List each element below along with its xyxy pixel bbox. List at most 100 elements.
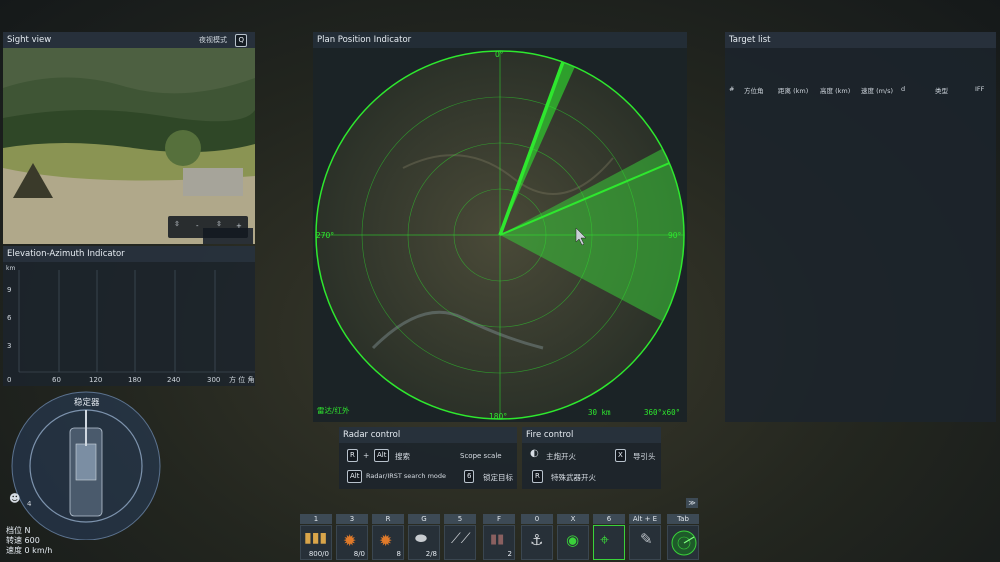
speed-label: 速度 <box>6 546 22 555</box>
explosion-icon: ✹ <box>343 531 357 550</box>
vehicle-status: 档位 N 转速 600 速度 0 km/h <box>6 526 52 556</box>
fire-control-title: Fire control <box>526 430 574 440</box>
stabilizer-title: 稳定器 <box>74 398 100 408</box>
crew-icon: ☻ <box>9 492 21 505</box>
seeker-signal-icon: ◉ <box>566 531 580 549</box>
hotbar-count: 800/0 <box>308 550 329 558</box>
missile-icon: ⟋⟋ <box>451 531 471 547</box>
sight-view-header: Sight view 夜视模式 Q <box>3 32 255 48</box>
zoom-out-icon[interactable]: ⇳ <box>174 220 180 228</box>
zoom-plus[interactable]: + <box>236 222 242 230</box>
hotbar-key: Alt + E <box>629 514 661 524</box>
speed-value: 0 km/h <box>24 546 53 555</box>
ppi-bearing-270: 270° <box>316 231 335 240</box>
elevation-azimuth-panel: Elevation-Azimuth Indicator km 9 6 3 0 6… <box>3 246 255 386</box>
expand-icon[interactable]: ≫ <box>686 498 698 508</box>
ea-x-tick-120: 120 <box>89 376 103 384</box>
sight-view-title: Sight view <box>7 35 52 45</box>
speed-row: 速度 0 km/h <box>6 546 52 556</box>
ea-x-tick-180: 180 <box>128 376 142 384</box>
ea-x-label: 方 位 角 <box>229 376 255 384</box>
night-mode-key[interactable]: Q <box>235 34 247 47</box>
gear-label: 档位 <box>6 526 22 535</box>
fire-control-panel: Fire control ◐ 主炮开火 X 导引头 R 特殊武器开火 <box>522 427 661 489</box>
winch-hook-icon: ⚓ <box>530 531 544 549</box>
ea-y-tick-9: 9 <box>7 286 12 294</box>
radar-search-label: 搜索 <box>395 452 410 461</box>
ppi-bearing-0: 0° <box>495 50 504 59</box>
elevation-azimuth-title: Elevation-Azimuth Indicator <box>7 249 125 259</box>
hotbar-key: 1 <box>300 514 332 524</box>
zoom-minus[interactable]: - <box>196 222 199 230</box>
hotbar-count: 8 <box>396 550 401 558</box>
radar-scope-icon <box>671 530 697 556</box>
hotbar-slot-0[interactable]: 0 ⚓ <box>521 514 553 560</box>
col-speed: 速度 (m/s) <box>861 87 894 95</box>
hotbar-slot-1[interactable]: 1 ▮▮▮ 800/0 <box>300 514 332 560</box>
rpm-label: 转速 <box>6 536 22 545</box>
ea-y-tick-0: 0 <box>7 376 12 384</box>
mouse-left-icon: ◐ <box>530 448 539 459</box>
hotbar-key: X <box>557 514 589 524</box>
gear-value: N <box>24 526 31 535</box>
search-mode-label: Radar/IRST search mode <box>366 472 447 480</box>
ea-y-unit: km <box>6 265 16 272</box>
fire-key-x[interactable]: X <box>615 449 626 462</box>
hotbar-slot-6[interactable]: 6 ⌖ <box>593 514 625 560</box>
hotbar-slot-5[interactable]: 5 ⟋⟋ <box>444 514 476 560</box>
rpm-value: 600 <box>24 536 40 545</box>
radar-key-alt[interactable]: Alt <box>374 449 390 462</box>
hotbar-key: 6 <box>593 514 625 524</box>
hotbar-count: 2 <box>507 550 512 558</box>
ea-y-tick-3: 3 <box>7 342 12 350</box>
col-distance: 距离 (km) <box>778 87 809 95</box>
zoom-in-icon[interactable]: ⇳ <box>216 220 222 228</box>
hotbar-key: F <box>483 514 515 524</box>
col-type: 类型 <box>935 87 948 95</box>
hotbar-count: 8/0 <box>353 550 365 558</box>
hotbar-key: 5 <box>444 514 476 524</box>
hotbar-slot-3[interactable]: 3 ✹ 8/0 <box>336 514 368 560</box>
stabilizer-dial <box>11 391 161 541</box>
hotbar-slot-x[interactable]: X ◉ <box>557 514 589 560</box>
radar-control-panel: Radar control R + Alt 搜索 Scope scale Alt… <box>339 427 517 489</box>
radar-control-title: Radar control <box>343 430 401 440</box>
target-list-header: Target list <box>725 32 996 48</box>
ppi-bearing-90: 90° <box>668 231 682 240</box>
radar-key-alt2[interactable]: Alt <box>347 470 363 483</box>
night-mode-label: 夜视模式 <box>199 36 227 44</box>
ppi-title: Plan Position Indicator <box>317 35 412 45</box>
hotbar-count: 2/8 <box>425 550 437 558</box>
hotbar-key: 3 <box>336 514 368 524</box>
hotbar-slot-f[interactable]: F ▮▮ 2 <box>483 514 515 560</box>
hotbar-slot-r[interactable]: R ✹ 8 <box>372 514 404 560</box>
radar-key-r[interactable]: R <box>347 449 358 462</box>
elevation-azimuth-header: Elevation-Azimuth Indicator <box>3 246 255 262</box>
hotbar-slot-g[interactable]: G ⬬ 2/8 <box>408 514 440 560</box>
pen-marker-icon: ✎ <box>640 530 653 548</box>
stabilizer-widget: 稳定器 ☻ 4 <box>4 390 164 541</box>
hotbar-slot-alt-e[interactable]: Alt + E ✎ <box>629 514 661 560</box>
seeker-label: 导引头 <box>633 452 656 461</box>
target-lock-icon: ⌖ <box>600 530 610 549</box>
hotbar-key: 0 <box>521 514 553 524</box>
radar-key-6[interactable]: 6 <box>464 470 475 483</box>
elevation-azimuth-grid <box>18 270 255 373</box>
hotbar-slot-tab[interactable]: Tab <box>667 514 699 560</box>
ppi-scope[interactable] <box>313 48 687 422</box>
crew-count: 4 <box>27 500 32 508</box>
ppi-range: 30 km <box>588 408 611 417</box>
fire-key-r[interactable]: R <box>532 470 543 483</box>
scope-scale-label: Scope scale <box>460 452 502 460</box>
fire-extinguisher-icon: ▮▮ <box>490 532 505 547</box>
col-altitude: 高度 (km) <box>820 87 851 95</box>
sight-view-scene <box>3 48 255 244</box>
ppi-scan-area: 360°x60° <box>644 408 681 417</box>
lock-target-label: 锁定目标 <box>483 473 513 482</box>
rpm-row: 转速 600 <box>6 536 52 546</box>
gear-row: 档位 N <box>6 526 52 536</box>
hotbar-key: R <box>372 514 404 524</box>
smoke-grenade-icon: ⬬ <box>415 531 427 547</box>
fire-control-header: Fire control <box>522 427 661 443</box>
special-fire-label: 特殊武器开火 <box>551 473 596 482</box>
